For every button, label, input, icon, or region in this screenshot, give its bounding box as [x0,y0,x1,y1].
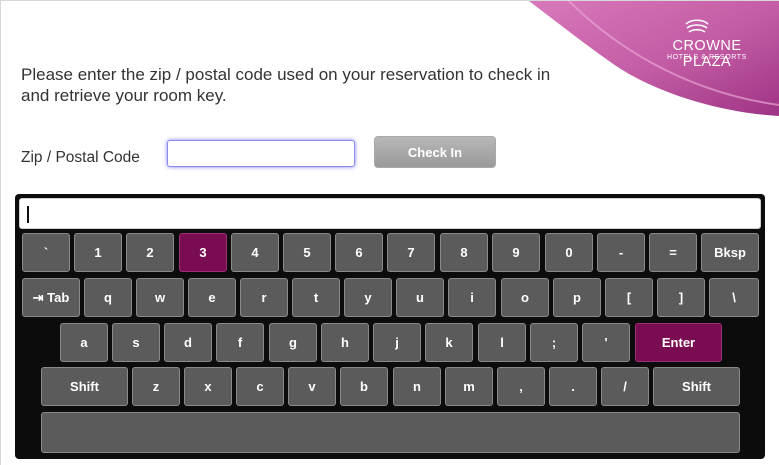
key-g[interactable]: g [269,323,317,362]
zip-label: Zip / Postal Code [21,149,140,166]
kiosk-window: CROWNE PLAZA HOTELS & RESORTS Please ent… [0,0,779,465]
key-enter[interactable]: Enter [635,323,722,362]
key-slash[interactable]: / [601,367,649,406]
key-semicolon[interactable]: ; [530,323,578,362]
key-n[interactable]: n [393,367,441,406]
key-f[interactable]: f [216,323,264,362]
brand-subtitle: HOTELS & RESORTS [667,54,747,61]
key-space[interactable] [41,412,740,453]
key-r[interactable]: r [240,278,288,317]
key-q[interactable]: q [84,278,132,317]
key-s[interactable]: s [112,323,160,362]
zip-input[interactable] [167,140,355,167]
check-in-button[interactable]: Check In [374,136,496,168]
key-e[interactable]: e [188,278,236,317]
key-i[interactable]: i [448,278,496,317]
key-5[interactable]: 5 [283,233,331,272]
key-b[interactable]: b [340,367,388,406]
key-6[interactable]: 6 [335,233,383,272]
key-3[interactable]: 3 [179,233,227,272]
key-8[interactable]: 8 [440,233,488,272]
key-u[interactable]: u [396,278,444,317]
key-z[interactable]: z [132,367,180,406]
key-9[interactable]: 9 [492,233,540,272]
key-shift-right[interactable]: Shift [653,367,740,406]
instructions-text: Please enter the zip / postal code used … [21,65,551,105]
key-period[interactable]: . [549,367,597,406]
key-o[interactable]: o [501,278,549,317]
key-2[interactable]: 2 [126,233,174,272]
key-comma[interactable]: , [497,367,545,406]
key-tab[interactable]: ⇥ Tab [22,278,80,317]
key-m[interactable]: m [445,367,493,406]
key-0[interactable]: 0 [545,233,593,272]
key-backspace[interactable]: Bksp [701,233,759,272]
key-shift-left[interactable]: Shift [41,367,128,406]
key-1[interactable]: 1 [74,233,122,272]
key-x[interactable]: x [184,367,232,406]
key-t[interactable]: t [292,278,340,317]
keyboard-display[interactable] [19,198,761,229]
key-apostrophe[interactable]: ' [582,323,630,362]
crowne-plaza-logo-icon [685,19,709,33]
key-minus[interactable]: - [597,233,645,272]
key-a[interactable]: a [60,323,108,362]
key-4[interactable]: 4 [231,233,279,272]
key-d[interactable]: d [164,323,212,362]
key-left-bracket[interactable]: [ [605,278,653,317]
key-c[interactable]: c [236,367,284,406]
key-equals[interactable]: = [649,233,697,272]
key-right-bracket[interactable]: ] [657,278,705,317]
key-k[interactable]: k [425,323,473,362]
key-j[interactable]: j [373,323,421,362]
key-l[interactable]: l [478,323,526,362]
key-backslash[interactable]: \ [709,278,759,317]
text-caret [27,206,29,223]
key-h[interactable]: h [321,323,369,362]
key-y[interactable]: y [344,278,392,317]
on-screen-keyboard: ` 1 2 3 4 5 6 7 8 9 0 - = Bksp ⇥ Tab q w… [15,194,765,459]
key-v[interactable]: v [288,367,336,406]
key-7[interactable]: 7 [387,233,435,272]
key-w[interactable]: w [136,278,184,317]
key-backtick[interactable]: ` [22,233,70,272]
key-p[interactable]: p [553,278,601,317]
